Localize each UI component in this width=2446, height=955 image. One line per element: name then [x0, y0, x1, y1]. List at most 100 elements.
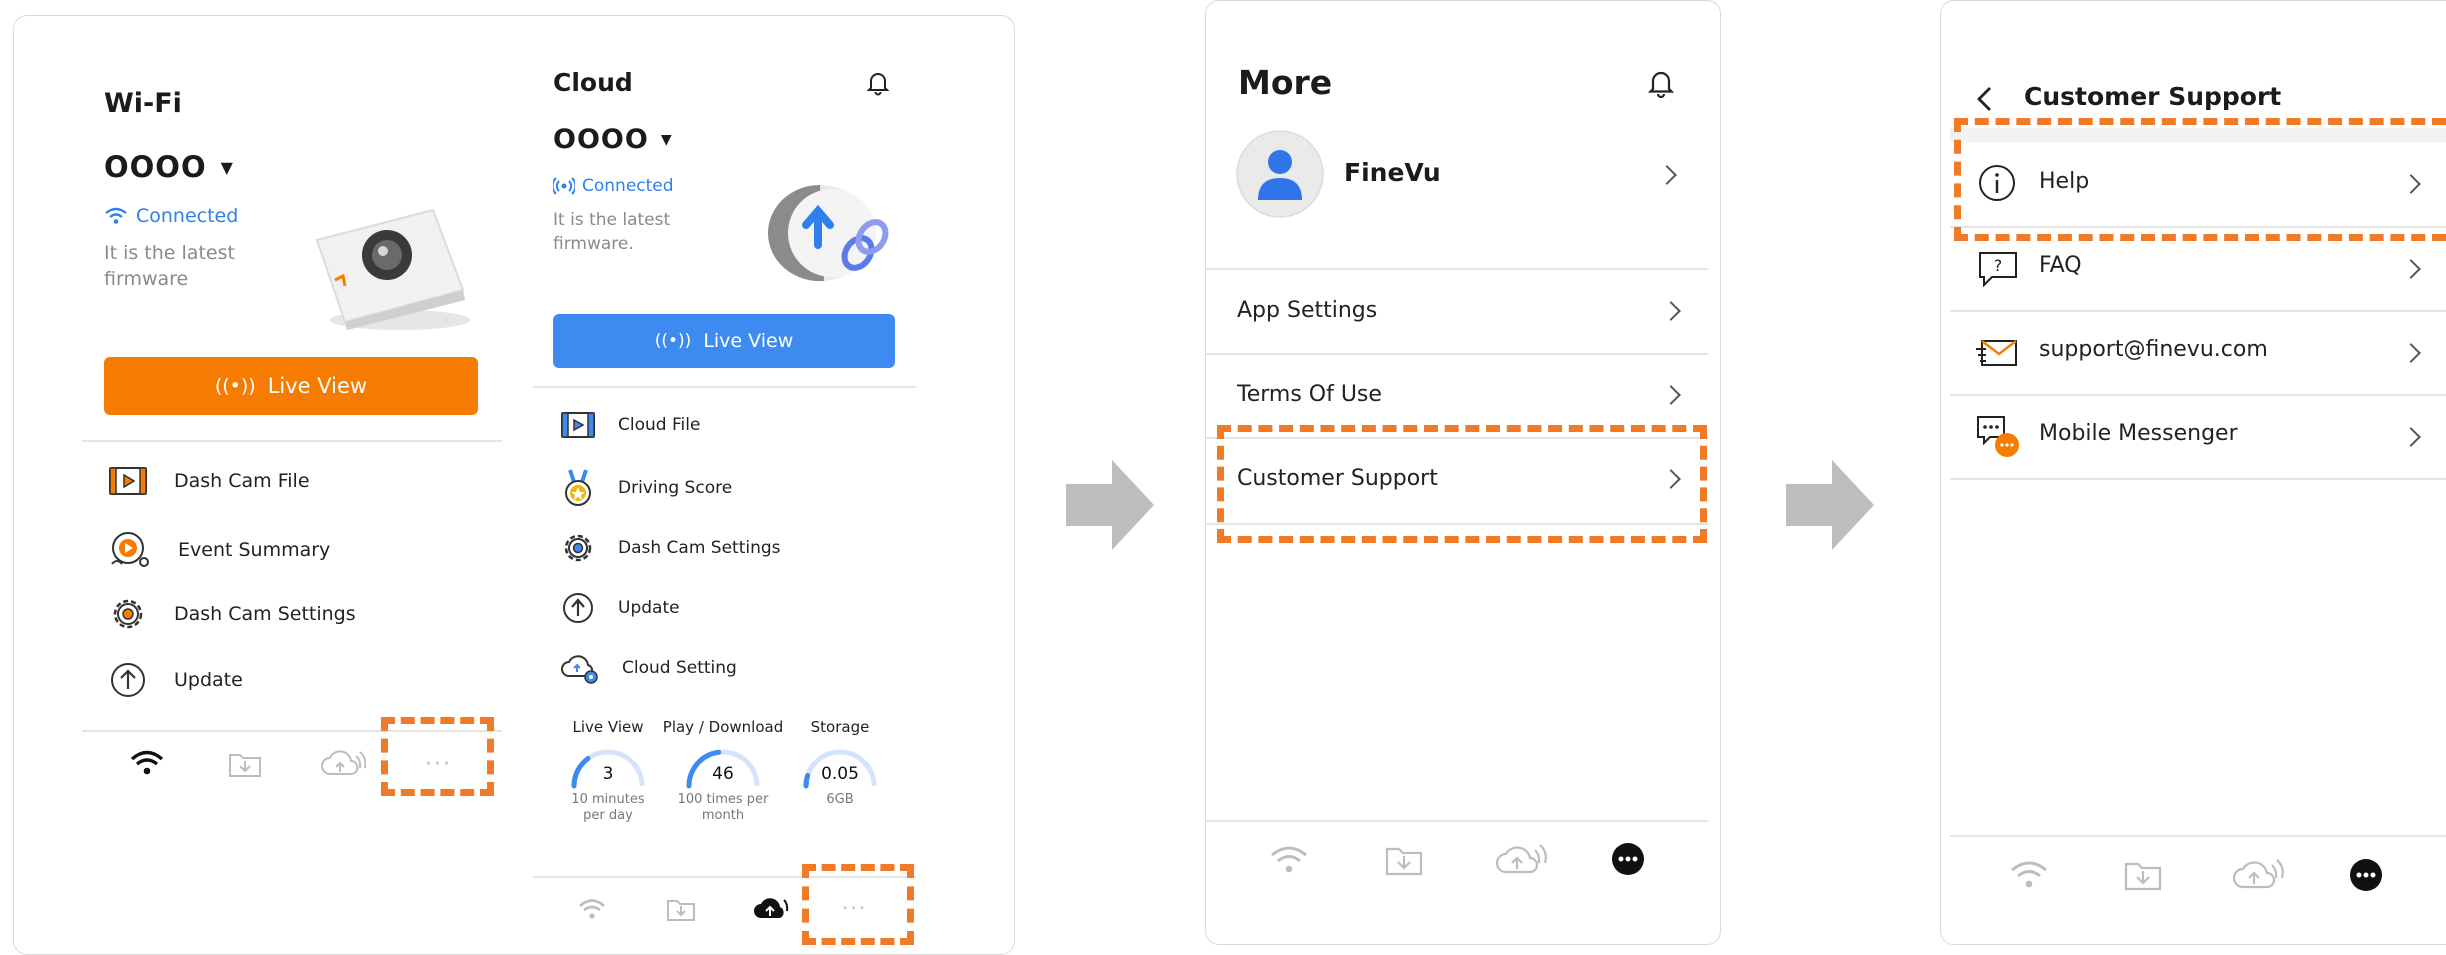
cloud-icon[interactable] [320, 748, 366, 778]
download-folder-icon[interactable] [228, 750, 262, 778]
wifi-device-name: OOOO [104, 150, 207, 184]
flow-arrow-icon [1786, 460, 1874, 550]
cloud-firmware-text: It is the latest firmware. [553, 210, 671, 254]
svg-text:?: ? [1994, 256, 2003, 275]
cloud-menu-dash-cam-settings[interactable]: Dash Cam Settings [560, 530, 781, 566]
cloud-divider [533, 386, 916, 388]
support-title: Customer Support [2024, 82, 2282, 111]
download-folder-icon[interactable] [1385, 843, 1423, 877]
caret-down-icon: ▼ [660, 131, 672, 148]
update-arrow-icon [563, 593, 593, 623]
more-active-icon[interactable] [2349, 858, 2383, 892]
wifi-menu-update[interactable]: Update [108, 660, 243, 700]
stat-title: Live View [572, 718, 644, 736]
cloud-title: Cloud [553, 68, 633, 97]
download-folder-icon[interactable] [2124, 858, 2162, 892]
film-icon [109, 467, 147, 495]
stat-caption: 10 minutes per day [571, 792, 645, 823]
cloud-menu-cloud-file[interactable]: Cloud File [560, 410, 700, 440]
wifi-menu-event-summary[interactable]: Event Summary [108, 530, 330, 570]
more-tab-highlight [802, 864, 914, 945]
chevron-right-icon [1661, 385, 1681, 405]
support-divider [1950, 478, 2446, 480]
wifi-icon[interactable] [1270, 845, 1308, 875]
chevron-right-icon [1661, 301, 1681, 321]
cloud-connection-status: Connected [553, 175, 674, 197]
bell-icon[interactable] [1647, 68, 1675, 98]
support-item-mobile-messenger[interactable]: Mobile Messenger [1950, 395, 2446, 478]
cloud-stat-live-view: Live View 3 10 minutes per day [556, 718, 660, 824]
cloud-stat-play-download: Play / Download 46 100 times per month [662, 718, 784, 824]
wifi-firmware-text: It is the latest firmware [104, 242, 235, 290]
wifi-status-text: Connected [136, 205, 239, 227]
cloud-stat-storage: Storage 0.05 6GB [788, 718, 892, 808]
gear-icon [564, 534, 592, 562]
wifi-menu-label: Update [174, 669, 243, 691]
cloud-icon[interactable] [1495, 842, 1547, 876]
wifi-live-view-label: Live View [267, 374, 368, 398]
wifi-live-view-button[interactable]: ((•)) Live View [104, 357, 478, 415]
bell-icon[interactable] [866, 70, 890, 96]
cloud-menu-label: Driving Score [618, 478, 733, 498]
cloud-menu-driving-score[interactable]: Driving Score [560, 468, 732, 508]
wifi-title: Wi-Fi [104, 88, 182, 119]
gauge-fill [803, 772, 811, 789]
chat-bubbles-icon [1977, 416, 2019, 457]
customer-support-highlight [1217, 425, 1707, 543]
envelope-icon [1976, 340, 2017, 366]
wifi-icon [105, 207, 127, 224]
more-item-app-settings[interactable]: App Settings [1205, 270, 1708, 352]
more-item-label: App Settings [1237, 298, 1378, 323]
cloud-menu-cloud-setting[interactable]: Cloud Setting [560, 650, 737, 686]
wifi-menu-dash-cam-file[interactable]: Dash Cam File [108, 465, 310, 497]
cloud-menu-update[interactable]: Update [560, 590, 680, 626]
flow-arrow-icon [1066, 460, 1154, 550]
download-folder-icon[interactable] [666, 896, 696, 922]
cloud-status-text: Connected [582, 176, 674, 196]
wifi-device-selector[interactable]: OOOO ▼ [104, 150, 233, 184]
cloud-icon[interactable] [2232, 857, 2284, 891]
help-highlight [1954, 118, 2446, 241]
stat-title: Storage [810, 718, 870, 736]
film-icon [561, 412, 595, 438]
stat-caption: 6GB [826, 792, 854, 807]
support-item-email[interactable]: support@finevu.com [1950, 311, 2446, 394]
profile-name: FineVu [1344, 158, 1441, 187]
event-summary-icon [111, 532, 149, 567]
wifi-icon[interactable] [2010, 860, 2048, 890]
wifi-menu-dash-cam-settings[interactable]: Dash Cam Settings [108, 594, 356, 634]
cloud-menu-label: Update [618, 598, 680, 618]
more-active-icon[interactable] [1611, 842, 1645, 876]
cloud-active-icon[interactable] [752, 894, 792, 922]
live-broadcast-icon: ((•)) [654, 331, 692, 351]
wifi-connection-status: Connected [104, 205, 238, 227]
caret-down-icon: ▼ [220, 157, 233, 177]
support-item-label: Mobile Messenger [2039, 421, 2238, 446]
cloud-menu-label: Dash Cam Settings [618, 538, 781, 558]
support-item-label: FAQ [2039, 253, 2082, 278]
gear-icon [113, 599, 143, 629]
wifi-menu-label: Event Summary [178, 539, 331, 561]
stat-value: 0.05 [821, 764, 859, 784]
stat-title: Play / Download [662, 718, 784, 736]
more-title: More [1238, 63, 1333, 102]
more-tab-highlight [381, 717, 494, 796]
back-button[interactable] [1970, 84, 2000, 114]
wifi-icon[interactable] [130, 750, 164, 776]
update-arrow-icon [111, 663, 145, 697]
more-item-terms-of-use[interactable]: Terms Of Use [1205, 354, 1708, 436]
support-tabbar-divider [1950, 835, 2446, 837]
medal-icon [565, 469, 591, 506]
more-tabbar-divider [1205, 820, 1708, 822]
cloud-live-view-button[interactable]: ((•)) Live View [553, 314, 895, 368]
wifi-menu-label: Dash Cam Settings [174, 603, 356, 625]
chevron-right-icon [1657, 165, 1677, 185]
wifi-icon[interactable] [578, 898, 606, 920]
cloud-device-selector[interactable]: OOOO ▼ [553, 124, 672, 155]
wifi-divider [82, 440, 502, 442]
live-broadcast-icon: ((•)) [214, 375, 256, 397]
profile-row[interactable]: FineVu [1236, 130, 1684, 218]
cloud-upload-illustration [740, 175, 900, 290]
stat-value: 3 [602, 764, 614, 784]
cloud-device-name: OOOO [553, 124, 649, 155]
